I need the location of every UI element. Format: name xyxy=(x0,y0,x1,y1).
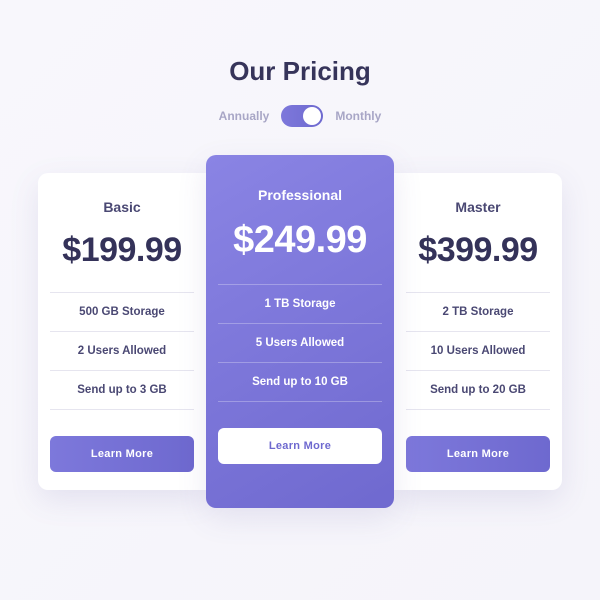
learn-more-button[interactable]: Learn More xyxy=(218,428,382,464)
tier-feature: 500 GB Storage xyxy=(79,303,165,321)
tier-feature: Send up to 3 GB xyxy=(77,381,166,399)
divider xyxy=(218,323,382,324)
page-title: Our Pricing xyxy=(229,56,371,87)
divider xyxy=(406,370,550,371)
toggle-label-monthly: Monthly xyxy=(335,109,381,123)
tier-card-basic: Basic $199.99 500 GB Storage 2 Users All… xyxy=(38,173,206,490)
billing-toggle-row: Annually Monthly xyxy=(219,105,382,127)
tier-feature: 2 Users Allowed xyxy=(78,342,166,360)
pricing-section: Our Pricing Annually Monthly Basic $199.… xyxy=(0,0,600,508)
tier-card-professional: Professional $249.99 1 TB Storage 5 User… xyxy=(206,155,394,508)
tier-feature: Send up to 20 GB xyxy=(430,381,526,399)
tier-name: Master xyxy=(455,199,500,215)
divider xyxy=(406,331,550,332)
tier-name: Basic xyxy=(103,199,140,215)
tier-feature: Send up to 10 GB xyxy=(252,373,348,391)
tier-card-master: Master $399.99 2 TB Storage 10 Users All… xyxy=(394,173,562,490)
tier-price: $399.99 xyxy=(418,231,537,270)
pricing-cards: Basic $199.99 500 GB Storage 2 Users All… xyxy=(38,155,562,508)
tier-feature: 5 Users Allowed xyxy=(256,334,344,352)
toggle-knob-icon xyxy=(303,107,321,125)
tier-feature: 10 Users Allowed xyxy=(431,342,526,360)
divider xyxy=(406,409,550,410)
divider xyxy=(406,292,550,293)
tier-price: $249.99 xyxy=(233,219,367,262)
tier-feature: 1 TB Storage xyxy=(265,295,336,313)
learn-more-button[interactable]: Learn More xyxy=(50,436,194,472)
learn-more-button[interactable]: Learn More xyxy=(406,436,550,472)
divider xyxy=(218,362,382,363)
toggle-label-annually: Annually xyxy=(219,109,270,123)
tier-name: Professional xyxy=(258,187,342,203)
tier-price: $199.99 xyxy=(62,231,181,270)
tier-feature: 2 TB Storage xyxy=(443,303,514,321)
billing-toggle[interactable] xyxy=(281,105,323,127)
divider xyxy=(50,292,194,293)
divider xyxy=(50,370,194,371)
divider xyxy=(50,331,194,332)
divider xyxy=(218,401,382,402)
divider xyxy=(50,409,194,410)
divider xyxy=(218,284,382,285)
